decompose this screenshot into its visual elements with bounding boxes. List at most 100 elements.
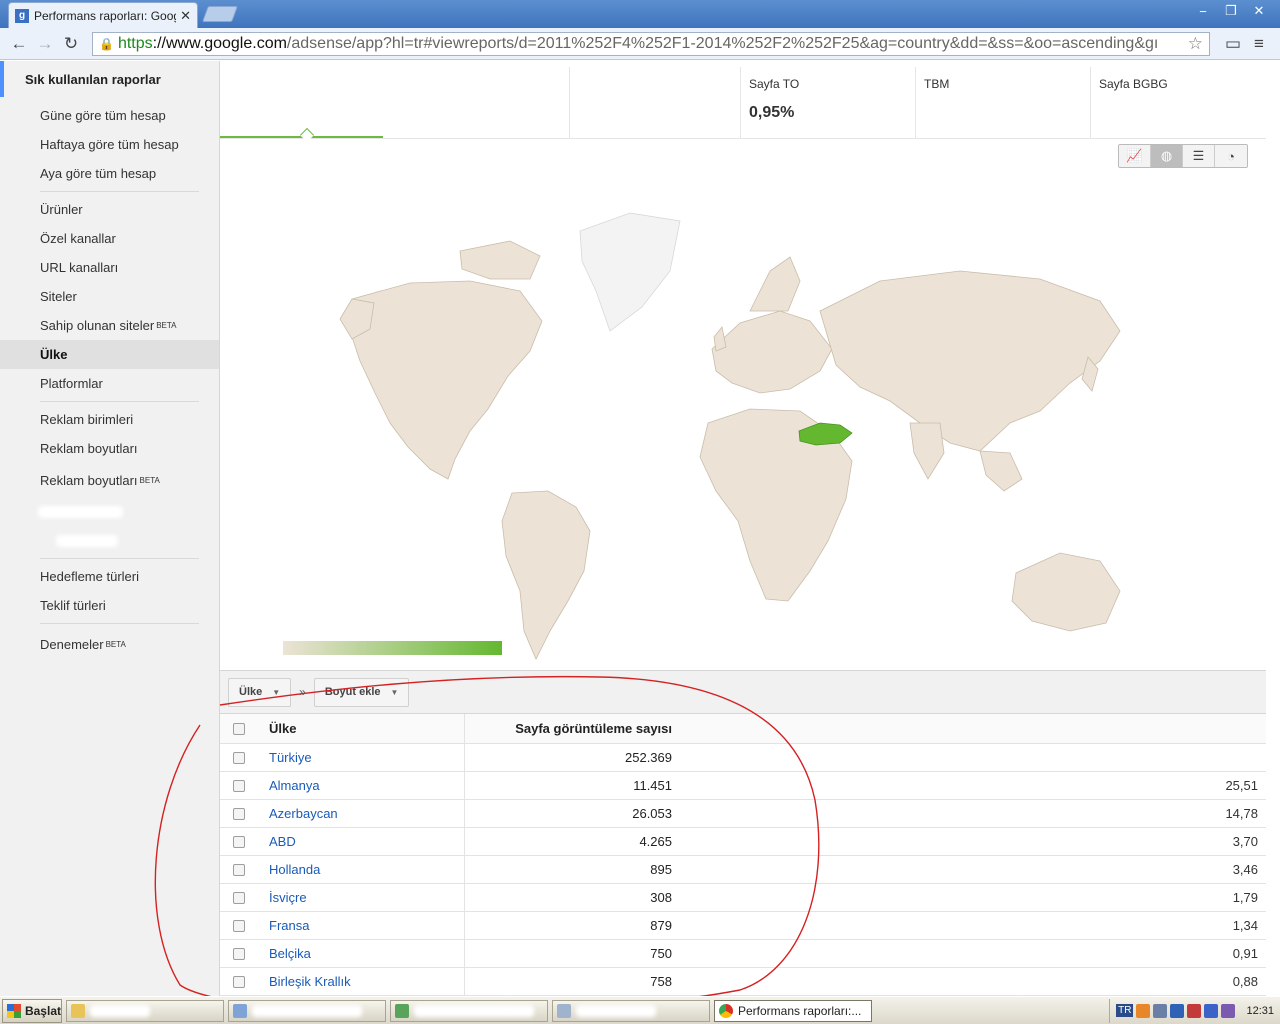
address-bar[interactable]: 🔒 https://www.google.com/adsense/app?hl=… bbox=[92, 31, 1210, 56]
start-button[interactable]: Başlat bbox=[2, 998, 62, 1023]
sidebar-item-url-channels[interactable]: URL kanalları bbox=[0, 253, 219, 282]
country-link[interactable]: Belçika bbox=[269, 946, 311, 961]
sidebar-item-experiments[interactable]: Denemeler BETA bbox=[0, 627, 219, 661]
tray-app-icon[interactable] bbox=[1153, 1003, 1168, 1018]
table-row: Birleşik Krallık 758 0,88 bbox=[220, 968, 1266, 996]
sidebar-item-redacted[interactable] bbox=[0, 497, 219, 526]
add-dimension-dropdown[interactable]: Boyut ekle ▼ bbox=[313, 677, 410, 707]
country-link[interactable]: Türkiye bbox=[269, 750, 312, 765]
row-checkbox[interactable] bbox=[233, 807, 245, 820]
last-metric-cell: 0,88 bbox=[1232, 974, 1258, 989]
metric-tab-cpc[interactable]: TBM bbox=[916, 67, 1091, 139]
taskbar-item[interactable] bbox=[66, 999, 224, 1022]
metric-label: TBM bbox=[924, 77, 950, 91]
pageviews-cell: 758 bbox=[650, 974, 672, 989]
language-indicator[interactable]: TR bbox=[1116, 1004, 1134, 1017]
country-link[interactable]: Birleşik Krallık bbox=[269, 974, 351, 989]
map-greenland bbox=[579, 212, 681, 332]
browser-tab[interactable]: g Performans raporları: Google ✕ bbox=[8, 2, 198, 28]
url-path: /adsense/app?hl=tr#viewreports/d=2011%25… bbox=[286, 34, 1159, 52]
sidebar-item-country[interactable]: Ülke bbox=[0, 340, 219, 369]
sidebar-item-ad-units[interactable]: Reklam birimleri bbox=[0, 405, 219, 434]
bookmark-star-icon[interactable]: ☆ bbox=[1188, 34, 1203, 54]
sidebar-item-redacted[interactable] bbox=[0, 526, 219, 555]
map-asia bbox=[819, 270, 1121, 452]
pageviews-cell: 252.369 bbox=[625, 750, 672, 765]
redacted-value bbox=[578, 107, 618, 119]
back-arrow-icon[interactable]: ← bbox=[6, 31, 32, 57]
table-row: Azerbaycan 26.053 14,78 bbox=[220, 800, 1266, 828]
sidebar-item-owned-sites[interactable]: Sahip olunan siteler BETA bbox=[0, 311, 219, 340]
row-checkbox[interactable] bbox=[233, 779, 245, 792]
row-checkbox[interactable] bbox=[233, 835, 245, 848]
reload-icon[interactable]: ↻ bbox=[58, 31, 84, 57]
metric-tab-selected[interactable] bbox=[220, 67, 570, 139]
metric-tab-page-ctr[interactable]: Sayfa TO 0,95% bbox=[741, 67, 916, 139]
bar-list-icon[interactable]: ☰ bbox=[1183, 145, 1215, 167]
breadcrumb-separator: » bbox=[299, 685, 306, 699]
row-checkbox[interactable] bbox=[233, 947, 245, 960]
taskbar-item-chrome[interactable]: Performans raporları:... bbox=[714, 999, 872, 1022]
tab-close-icon[interactable]: ✕ bbox=[180, 8, 191, 24]
column-header-country[interactable]: Ülke bbox=[269, 721, 296, 736]
sidebar-item-targeting-types[interactable]: Hedefleme türleri bbox=[0, 562, 219, 591]
network-icon[interactable] bbox=[1170, 1003, 1185, 1018]
country-link[interactable]: Azerbaycan bbox=[269, 806, 338, 821]
map-uk bbox=[713, 326, 727, 352]
table-row: Fransa 879 1,34 bbox=[220, 912, 1266, 940]
sidebar-title: Sık kullanılan raporlar bbox=[0, 61, 219, 97]
row-checkbox[interactable] bbox=[233, 975, 245, 988]
tray-app-icon[interactable] bbox=[1221, 1003, 1236, 1018]
page-menu-icon[interactable]: ▭ bbox=[1220, 31, 1246, 57]
sidebar-item-custom-channels[interactable]: Özel kanallar bbox=[0, 224, 219, 253]
country-link[interactable]: İsviçre bbox=[269, 890, 307, 905]
dimension-dropdown[interactable]: Ülke ▼ bbox=[228, 677, 292, 707]
forward-arrow-icon[interactable]: → bbox=[32, 31, 58, 57]
beta-badge: BETA bbox=[105, 639, 126, 649]
country-link[interactable]: Fransa bbox=[269, 918, 309, 933]
tray-app-icon[interactable] bbox=[1136, 1003, 1151, 1018]
table-row: Hollanda 895 3,46 bbox=[220, 856, 1266, 884]
sidebar-item-products[interactable]: Ürünler bbox=[0, 195, 219, 224]
document-icon bbox=[557, 1003, 571, 1018]
row-checkbox[interactable] bbox=[233, 891, 245, 904]
taskbar-item[interactable] bbox=[390, 999, 548, 1022]
pageviews-cell: 4.265 bbox=[639, 834, 672, 849]
last-metric-cell: 1,79 bbox=[1232, 890, 1258, 905]
sidebar-item-ad-sizes-beta[interactable]: Reklam boyutları BETA bbox=[0, 463, 219, 497]
row-checkbox[interactable] bbox=[233, 919, 245, 932]
row-checkbox[interactable] bbox=[233, 751, 245, 764]
sidebar-item-ad-sizes[interactable]: Reklam boyutları bbox=[0, 434, 219, 463]
tray-app-icon[interactable] bbox=[1204, 1003, 1219, 1018]
sidebar-item-weekly[interactable]: Haftaya göre tüm hesap bbox=[0, 130, 219, 159]
taskbar-item[interactable] bbox=[552, 999, 710, 1022]
country-link[interactable]: Almanya bbox=[269, 778, 320, 793]
metric-tab-page-rpm[interactable]: Sayfa BGBG bbox=[1091, 67, 1266, 139]
select-all-checkbox[interactable] bbox=[233, 722, 245, 735]
redacted-cells bbox=[682, 856, 1196, 883]
redacted-cells bbox=[682, 968, 1196, 995]
sidebar-item-label: Reklam boyutları bbox=[40, 441, 138, 456]
country-link[interactable]: ABD bbox=[269, 834, 296, 849]
map-india bbox=[909, 422, 945, 480]
redacted-cells bbox=[682, 772, 1196, 799]
sidebar-item-label: Hedefleme türleri bbox=[40, 569, 139, 584]
lock-icon: 🔒 bbox=[99, 36, 114, 51]
taskbar-item[interactable] bbox=[228, 999, 386, 1022]
shield-icon[interactable] bbox=[1187, 1003, 1202, 1018]
country-link[interactable]: Hollanda bbox=[269, 862, 320, 877]
close-window-button[interactable]: ✕ bbox=[1246, 2, 1272, 20]
column-header-pageviews[interactable]: Sayfa görüntüleme sayısı bbox=[515, 721, 672, 736]
row-checkbox[interactable] bbox=[233, 863, 245, 876]
pie-icon[interactable]: ◔ bbox=[1215, 145, 1247, 167]
sidebar-item-bid-types[interactable]: Teklif türleri bbox=[0, 591, 219, 620]
new-tab-button[interactable] bbox=[202, 6, 238, 22]
metric-tab-redacted[interactable] bbox=[570, 67, 741, 139]
sidebar-item-monthly[interactable]: Aya göre tüm hesap bbox=[0, 159, 219, 188]
maximize-button[interactable]: ❐ bbox=[1218, 2, 1244, 20]
wrench-menu-icon[interactable]: ≡ bbox=[1246, 31, 1272, 57]
sidebar-item-daily[interactable]: Güne göre tüm hesap bbox=[0, 101, 219, 130]
sidebar-item-sites[interactable]: Siteler bbox=[0, 282, 219, 311]
sidebar-item-platforms[interactable]: Platformlar bbox=[0, 369, 219, 398]
minimize-button[interactable]: − bbox=[1190, 2, 1216, 20]
